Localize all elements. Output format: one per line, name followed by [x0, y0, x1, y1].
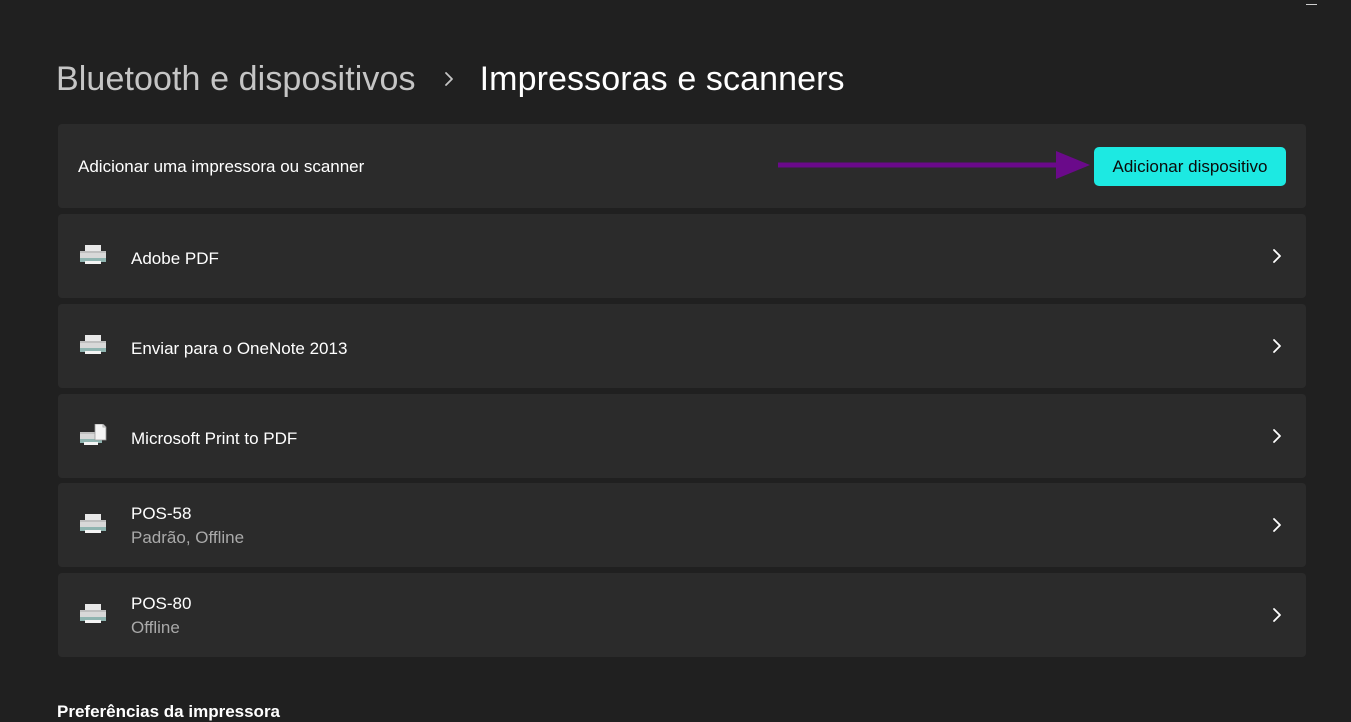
page-title: Impressoras e scanners [479, 59, 845, 98]
printer-row-onenote[interactable]: Enviar para o OneNote 2013 [58, 304, 1306, 388]
chevron-right-icon [1273, 608, 1281, 622]
printer-icon [80, 604, 106, 623]
printer-status: Offline [131, 618, 180, 637]
chevron-right-icon [1273, 249, 1281, 263]
printer-name: Enviar para o OneNote 2013 [131, 339, 348, 358]
printer-status: Padrão, Offline [131, 528, 245, 547]
printer-name: POS-80 [131, 594, 192, 613]
printer-preferences-heading: Preferências da impressora [57, 702, 281, 721]
annotation-arrow-icon [778, 151, 1090, 179]
breadcrumb-parent-link[interactable]: Bluetooth e dispositivos [56, 60, 416, 99]
chevron-right-icon [1273, 339, 1281, 353]
chevron-right-icon [1273, 518, 1281, 532]
chevron-right-icon [1273, 429, 1281, 443]
minimize-icon[interactable] [1306, 4, 1317, 5]
printer-icon [80, 335, 106, 354]
printer-name: Adobe PDF [131, 249, 219, 268]
printer-row-pos-58[interactable]: POS-58 Padrão, Offline [58, 483, 1306, 567]
add-printer-label: Adicionar uma impressora ou scanner [78, 157, 365, 176]
breadcrumb: Bluetooth e dispositivos Impressoras e s… [56, 56, 845, 102]
add-device-button[interactable]: Adicionar dispositivo [1094, 147, 1286, 186]
printer-icon [80, 245, 106, 264]
printer-name: Microsoft Print to PDF [131, 429, 298, 448]
printer-icon [80, 514, 106, 533]
printer-row-microsoft-print-to-pdf[interactable]: Microsoft Print to PDF [58, 394, 1306, 478]
add-printer-card: Adicionar uma impressora ou scanner Adic… [58, 124, 1306, 208]
chevron-right-icon [444, 72, 453, 86]
settings-page: Bluetooth e dispositivos Impressoras e s… [0, 0, 1351, 722]
printer-name: POS-58 [131, 504, 192, 523]
printer-document-icon [80, 424, 107, 445]
printer-row-pos-80[interactable]: POS-80 Offline [58, 573, 1306, 657]
printer-row-adobe-pdf[interactable]: Adobe PDF [58, 214, 1306, 298]
